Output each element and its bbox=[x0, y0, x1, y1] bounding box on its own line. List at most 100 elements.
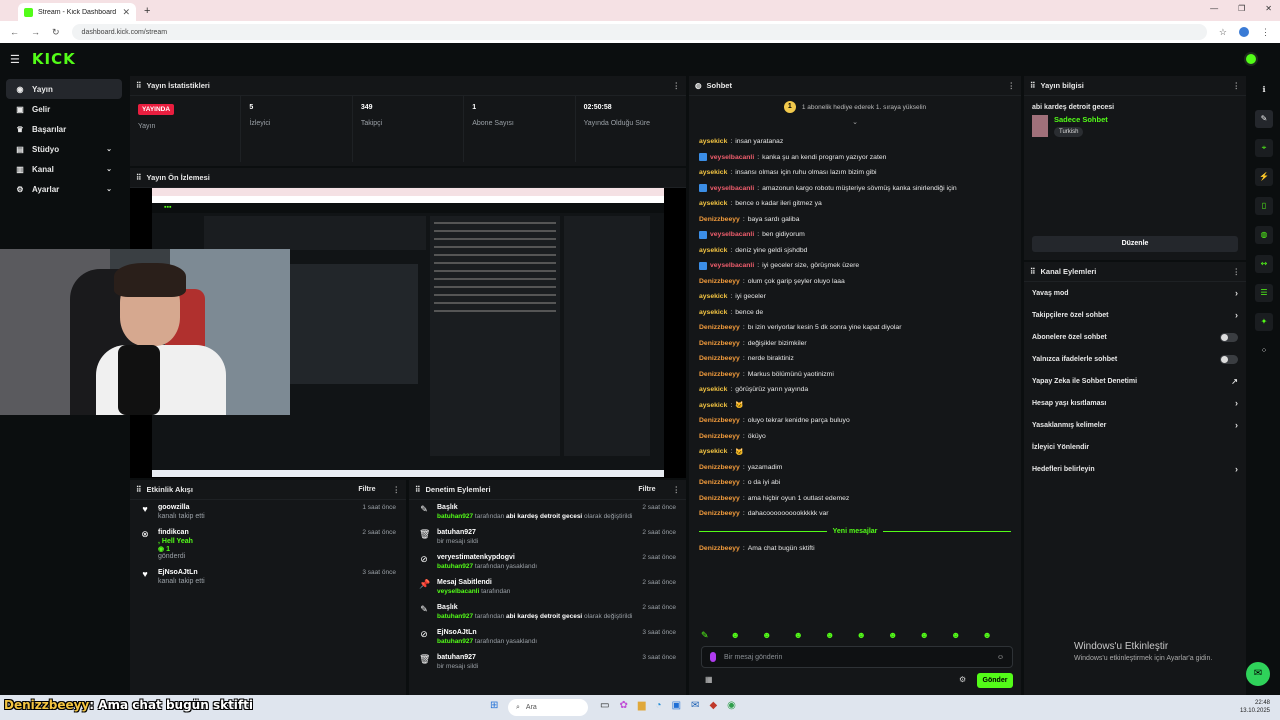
chat-username[interactable]: veyselbacanli bbox=[710, 185, 754, 192]
new-tab-icon[interactable]: + bbox=[144, 5, 150, 17]
chat-username[interactable]: Denizzbeeyy bbox=[699, 495, 740, 502]
taskbar-search[interactable]: ⌕ Ara bbox=[508, 699, 588, 716]
edit-button[interactable]: Düzenle bbox=[1032, 236, 1238, 252]
close-tab-icon[interactable]: ✕ bbox=[122, 7, 130, 18]
chat-username[interactable]: Denizzbeeyy bbox=[699, 510, 740, 517]
channel-action-item[interactable]: Hesap yaşı kısıtlaması › bbox=[1024, 392, 1246, 414]
drag-handle-icon[interactable]: ⠿ bbox=[1030, 267, 1036, 276]
more-options-icon[interactable]: ⋮ bbox=[673, 485, 681, 494]
reload-icon[interactable]: ↻ bbox=[52, 27, 60, 38]
chat-username[interactable]: aysekick bbox=[699, 448, 727, 455]
chat-username[interactable]: aysekick bbox=[699, 169, 727, 176]
lightning-icon[interactable]: ⚡ bbox=[1255, 168, 1273, 186]
channel-action-item[interactable]: Yasaklanmış kelimeler › bbox=[1024, 414, 1246, 436]
emote-icon[interactable]: ☻ bbox=[856, 630, 865, 641]
more-options-icon[interactable]: ⋮ bbox=[393, 485, 401, 494]
drag-handle-icon[interactable]: ⠿ bbox=[1030, 81, 1036, 90]
chat-username[interactable]: aysekick bbox=[699, 309, 727, 316]
chat-username[interactable]: veyselbacanli bbox=[710, 154, 754, 161]
emote-icon[interactable]: ☻ bbox=[982, 630, 991, 641]
feed-user[interactable]: goowzilla bbox=[158, 504, 354, 511]
category-name[interactable]: Sadece Sohbet bbox=[1054, 115, 1108, 124]
channel-action-item[interactable]: Takipçilere özel sohbet › bbox=[1024, 304, 1246, 326]
chat-input[interactable]: Bir mesaj gönderin ☺ bbox=[701, 646, 1013, 668]
app-icon[interactable]: ◆ bbox=[709, 700, 717, 711]
file-explorer-icon[interactable]: ▆ bbox=[638, 700, 646, 711]
browser-tab[interactable]: Stream - Kick Dashboard ✕ bbox=[18, 3, 136, 21]
sidebar-item-basarilar[interactable]: ♛ Başarılar bbox=[6, 119, 122, 139]
chat-username[interactable]: Denizzbeeyy bbox=[699, 371, 740, 378]
chat-username[interactable]: veyselbacanli bbox=[710, 231, 754, 238]
more-options-icon[interactable]: ⋮ bbox=[1233, 81, 1241, 90]
wrench-icon[interactable]: ✦ bbox=[1255, 313, 1273, 331]
mod-actor[interactable]: batuhan927 bbox=[437, 513, 473, 520]
emote-icon[interactable]: ✎ bbox=[701, 630, 709, 641]
restore-icon[interactable]: ❐ bbox=[1238, 4, 1245, 13]
emote-icon[interactable]: ☻ bbox=[951, 630, 960, 641]
channel-action-item[interactable]: Hedefleri belirleyin › bbox=[1024, 458, 1246, 480]
signal-icon[interactable]: ↭ bbox=[1255, 255, 1273, 273]
sidebar-item-ayarlar[interactable]: ⚙ Ayarlar ⌄ bbox=[6, 179, 122, 199]
toggle-switch[interactable] bbox=[1220, 354, 1238, 364]
url-field[interactable]: dashboard.kick.com/stream bbox=[71, 24, 1207, 40]
mod-actor[interactable]: batuhan927 bbox=[437, 563, 473, 570]
mod-actor[interactable]: batuhan927 bbox=[437, 613, 473, 620]
gift-sub-banner[interactable]: 1 1 abonelik hediye ederek 1. sıraya yük… bbox=[689, 96, 1021, 118]
chat-username[interactable]: aysekick bbox=[699, 293, 727, 300]
emoji-icon[interactable]: ☺ bbox=[997, 654, 1004, 661]
expand-pinned-icon[interactable]: ⌄ bbox=[689, 118, 1021, 126]
drag-handle-icon[interactable]: ⠿ bbox=[136, 485, 142, 494]
grid-icon[interactable]: ⁘ bbox=[1255, 342, 1273, 360]
mod-actor[interactable]: veyselbacanli bbox=[437, 588, 479, 595]
more-options-icon[interactable]: ⋮ bbox=[673, 81, 681, 90]
chat-username[interactable]: Denizzbeeyy bbox=[699, 417, 740, 424]
layers-icon[interactable]: ☰ bbox=[1255, 284, 1273, 302]
chat-username[interactable]: Denizzbeeyy bbox=[699, 340, 740, 347]
chat-username[interactable]: aysekick bbox=[699, 386, 727, 393]
sidebar-item-yayin[interactable]: ◉ Yayın bbox=[6, 79, 122, 99]
channel-action-item[interactable]: İzleyici Yönlendir bbox=[1024, 436, 1246, 458]
chat-username[interactable]: Denizzbeeyy bbox=[699, 324, 740, 331]
outlook-icon[interactable]: ✉ bbox=[691, 700, 699, 711]
drag-handle-icon[interactable]: ⠿ bbox=[136, 173, 142, 182]
chat-username[interactable]: Denizzbeeyy bbox=[699, 216, 740, 223]
chat-settings-icon[interactable]: ⚙ bbox=[959, 675, 966, 684]
chat-username[interactable]: veyselbacanli bbox=[710, 262, 754, 269]
channel-action-item[interactable]: Abonelere özel sohbet bbox=[1024, 326, 1246, 348]
store-icon[interactable]: ▣ bbox=[672, 700, 681, 711]
send-button[interactable]: Gönder bbox=[977, 673, 1013, 688]
minimize-icon[interactable]: — bbox=[1210, 4, 1218, 13]
emote-icon[interactable]: ☻ bbox=[762, 630, 771, 641]
chat-username[interactable]: Denizzbeeyy bbox=[699, 433, 740, 440]
edge-icon[interactable]: ◔ bbox=[656, 700, 662, 711]
browser-menu-icon[interactable]: ⋮ bbox=[1261, 27, 1270, 38]
emote-icon[interactable]: ☻ bbox=[825, 630, 834, 641]
windows-start-icon[interactable]: ⊞ bbox=[490, 700, 498, 711]
edit-pencil-icon[interactable]: ✎ bbox=[1255, 110, 1273, 128]
feed-user[interactable]: findikcan bbox=[158, 529, 354, 536]
channel-action-item[interactable]: Yapay Zeka ile Sohbet Denetimi ↗ bbox=[1024, 370, 1246, 392]
chat-username[interactable]: Denizzbeeyy bbox=[699, 479, 740, 486]
clipboard-icon[interactable]: ▯ bbox=[1255, 197, 1273, 215]
emote-icon[interactable]: ☻ bbox=[919, 630, 928, 641]
sidebar-item-gelir[interactable]: ▣ Gelir bbox=[6, 99, 122, 119]
forward-icon[interactable]: → bbox=[31, 27, 40, 37]
chat-username[interactable]: aysekick bbox=[699, 402, 727, 409]
task-view-icon[interactable]: ▭ bbox=[600, 700, 609, 711]
info-icon[interactable]: ℹ bbox=[1255, 81, 1273, 99]
channel-action-item[interactable]: Yavaş mod › bbox=[1024, 282, 1246, 304]
chat-username[interactable]: Denizzbeeyy bbox=[699, 278, 740, 285]
emote-icon[interactable]: ☻ bbox=[794, 630, 803, 641]
mod-actor[interactable]: batuhan927 bbox=[437, 638, 473, 645]
kick-logo[interactable]: KICK bbox=[32, 50, 76, 68]
copilot-icon[interactable]: ✿ bbox=[619, 700, 627, 711]
gift-icon[interactable]: ▦ bbox=[705, 675, 713, 684]
chat-username[interactable]: aysekick bbox=[699, 200, 727, 207]
chat-username[interactable]: aysekick bbox=[699, 138, 727, 145]
support-chat-button[interactable]: ✉ bbox=[1246, 662, 1270, 686]
bookmark-star-icon[interactable]: ☆ bbox=[1219, 27, 1227, 38]
sidebar-item-studyo[interactable]: ▤ Stüdyo ⌄ bbox=[6, 139, 122, 159]
sidebar-item-kanal[interactable]: ▥ Kanal ⌄ bbox=[6, 159, 122, 179]
chrome-icon[interactable]: ◉ bbox=[727, 700, 736, 711]
more-options-icon[interactable]: ⋮ bbox=[1233, 267, 1241, 276]
